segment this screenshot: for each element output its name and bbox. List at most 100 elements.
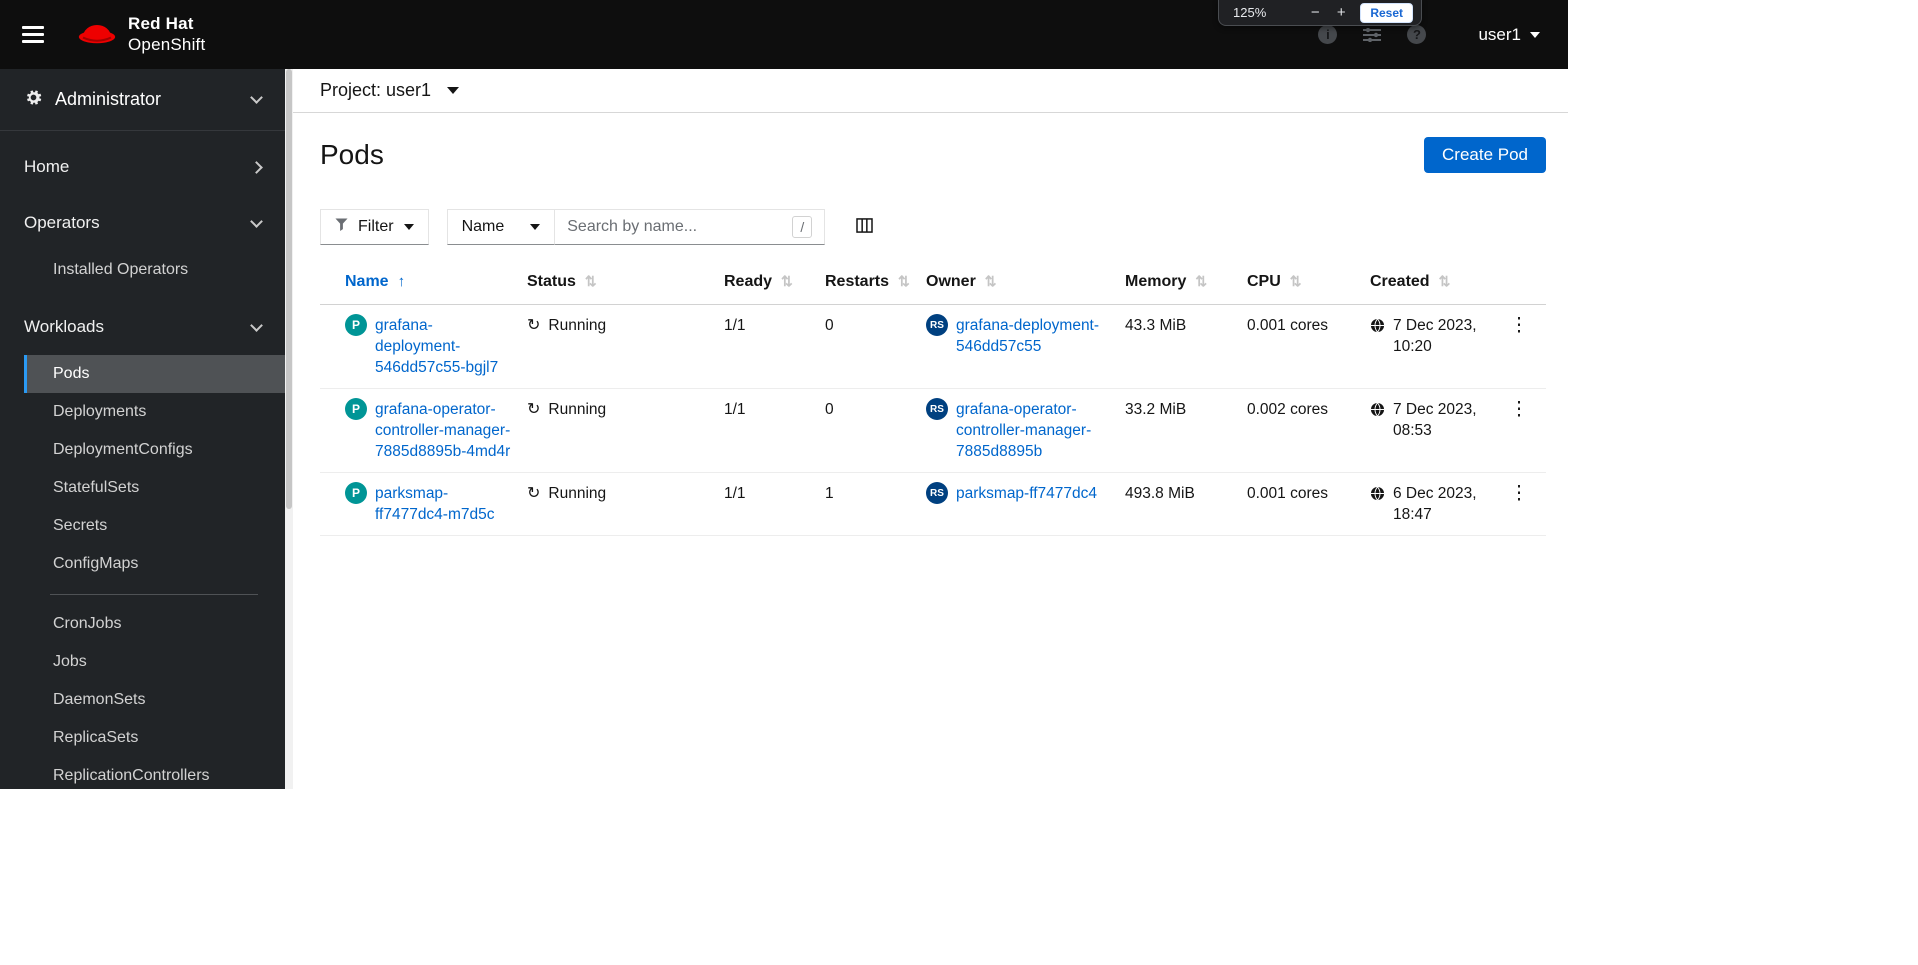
column-header-memory[interactable]: Memory ⇅ [1125, 265, 1247, 304]
main-content: Project: user1 Pods Create Pod Filter Na… [293, 69, 1568, 789]
nav-label: ConfigMaps [53, 555, 139, 572]
column-management-button[interactable] [856, 218, 873, 236]
running-sync-icon: ↻ [527, 401, 541, 418]
sidebar-item-deploymentconfigs[interactable]: DeploymentConfigs [24, 431, 285, 469]
page-title: Pods [320, 139, 384, 170]
sidebar-item-secrets[interactable]: Secrets [24, 507, 285, 545]
nav-label: CronJobs [53, 615, 122, 632]
column-header-cpu[interactable]: CPU ⇅ [1247, 265, 1370, 304]
ready-value: 1/1 [724, 401, 746, 418]
chevron-down-icon [250, 91, 263, 104]
status-text: Running [548, 401, 607, 418]
zoom-reset-button[interactable]: Reset [1360, 2, 1413, 23]
sidebar-item-configmaps[interactable]: ConfigMaps [24, 545, 285, 583]
owner-link[interactable]: parksmap-ff7477dc4 [956, 483, 1097, 525]
table-row: P grafana-deployment-546dd57c55-bgjl7 ↻ … [320, 305, 1546, 389]
globe-icon [1370, 318, 1385, 378]
sort-icon: ⇅ [1289, 273, 1302, 289]
nav-label: DeploymentConfigs [53, 441, 193, 458]
filter-dropdown[interactable]: Filter [320, 209, 429, 245]
brand-line2: OpenShift [128, 34, 206, 54]
sort-icon: ⇅ [781, 273, 793, 289]
row-kebab-button[interactable]: ⋮ [1502, 315, 1536, 336]
create-pod-button[interactable]: Create Pod [1424, 137, 1546, 173]
sort-icon: ⇅ [1438, 273, 1451, 289]
column-header-actions [1502, 265, 1546, 304]
chevron-down-icon [250, 318, 263, 332]
search-type-dropdown[interactable]: Name [446, 209, 556, 245]
sidebar-nav: Administrator Home Operators Installed O… [0, 69, 285, 789]
status-text: Running [548, 317, 607, 334]
running-sync-icon: ↻ [527, 485, 541, 502]
sidebar-scrollbar[interactable] [285, 69, 293, 789]
sidebar-item-installed-operators[interactable]: Installed Operators [24, 251, 285, 289]
chevron-down-icon [1530, 31, 1540, 38]
nav-toggle-button[interactable] [22, 24, 48, 46]
nav-label: Secrets [53, 517, 108, 534]
column-header-status[interactable]: Status ⇅ [527, 265, 724, 304]
sidebar-item-operators[interactable]: Operators [0, 195, 285, 251]
status-text: Running [548, 485, 607, 502]
row-kebab-button[interactable]: ⋮ [1502, 483, 1536, 504]
sidebar-item-replicationcontrollers[interactable]: ReplicationControllers [24, 757, 285, 789]
row-kebab-button[interactable]: ⋮ [1502, 399, 1536, 420]
perspective-switcher[interactable]: Administrator [0, 69, 285, 131]
filter-label: Filter [358, 218, 394, 235]
chevron-down-icon [530, 224, 541, 230]
columns-icon [856, 218, 873, 236]
memory-value: 493.8 MiB [1125, 485, 1195, 502]
sidebar-item-statefulsets[interactable]: StatefulSets [24, 469, 285, 507]
sidebar-item-workloads[interactable]: Workloads [0, 299, 285, 355]
redhat-openshift-logo[interactable]: Red Hat OpenShift [76, 14, 205, 54]
nav-label: Deployments [53, 403, 147, 420]
owner-link[interactable]: grafana-operator-controller-manager-7885… [956, 399, 1115, 462]
created-value: 6 Dec 2023, 18:47 [1393, 485, 1477, 523]
nav-label: ReplicationControllers [53, 767, 210, 784]
browser-zoom-bubble: 125% − + Reset [1218, 0, 1422, 26]
sort-ascending-icon: ↑ [397, 273, 406, 290]
zoom-in-button[interactable]: + [1332, 4, 1350, 21]
memory-value: 33.2 MiB [1125, 401, 1187, 418]
pod-name-link[interactable]: grafana-deployment-546dd57c55-bgjl7 [375, 315, 517, 378]
sort-icon: ⇅ [984, 273, 997, 289]
shortcuts-icon[interactable] [1363, 27, 1382, 42]
nav-label: StatefulSets [53, 479, 140, 496]
sidebar-item-deployments[interactable]: Deployments [24, 393, 285, 431]
sidebar-item-daemonsets[interactable]: DaemonSets [24, 681, 285, 719]
zoom-level: 125% [1233, 5, 1267, 20]
sidebar-item-replicasets[interactable]: ReplicaSets [24, 719, 285, 757]
pod-name-link[interactable]: parksmap-ff7477dc4-m7d5c [375, 483, 517, 525]
column-header-name[interactable]: Name ↑ [320, 265, 527, 304]
pod-badge: P [345, 482, 367, 504]
globe-icon [1370, 486, 1385, 525]
operators-subnav: Installed Operators [24, 251, 285, 299]
sidebar-item-cronjobs[interactable]: CronJobs [24, 605, 285, 643]
chevron-right-icon [250, 160, 263, 174]
running-sync-icon: ↻ [527, 317, 541, 334]
brand-line1: Red Hat [128, 14, 194, 34]
search-type-label: Name [461, 218, 505, 235]
column-header-restarts[interactable]: Restarts ⇅ [825, 265, 926, 304]
chevron-down-icon [447, 87, 460, 94]
help-icon[interactable]: ? [1407, 25, 1427, 44]
info-icon[interactable]: i [1318, 25, 1338, 44]
filter-toolbar: Filter Name / [320, 209, 1568, 245]
column-header-owner[interactable]: Owner ⇅ [926, 265, 1125, 304]
user-menu[interactable]: user1 [1478, 25, 1540, 45]
user-name: user1 [1478, 24, 1521, 44]
sidebar-item-home[interactable]: Home [0, 139, 285, 195]
project-selector[interactable]: Project: user1 [293, 69, 1568, 113]
zoom-out-button[interactable]: − [1306, 4, 1324, 21]
owner-link[interactable]: grafana-deployment-546dd57c55 [956, 315, 1115, 378]
column-header-ready[interactable]: Ready ⇅ [724, 265, 825, 304]
memory-value: 43.3 MiB [1125, 317, 1187, 334]
scrollbar-thumb[interactable] [286, 69, 292, 509]
replicaset-badge: RS [926, 482, 948, 504]
sidebar-item-pods[interactable]: Pods [24, 355, 285, 393]
filter-funnel-icon [335, 218, 348, 236]
search-shortcut-hint: / [792, 216, 813, 238]
pod-name-link[interactable]: grafana-operator-controller-manager-7885… [375, 399, 517, 462]
sidebar-item-jobs[interactable]: Jobs [24, 643, 285, 681]
name-search-input[interactable] [567, 218, 793, 236]
column-header-created[interactable]: Created ⇅ [1370, 265, 1502, 304]
